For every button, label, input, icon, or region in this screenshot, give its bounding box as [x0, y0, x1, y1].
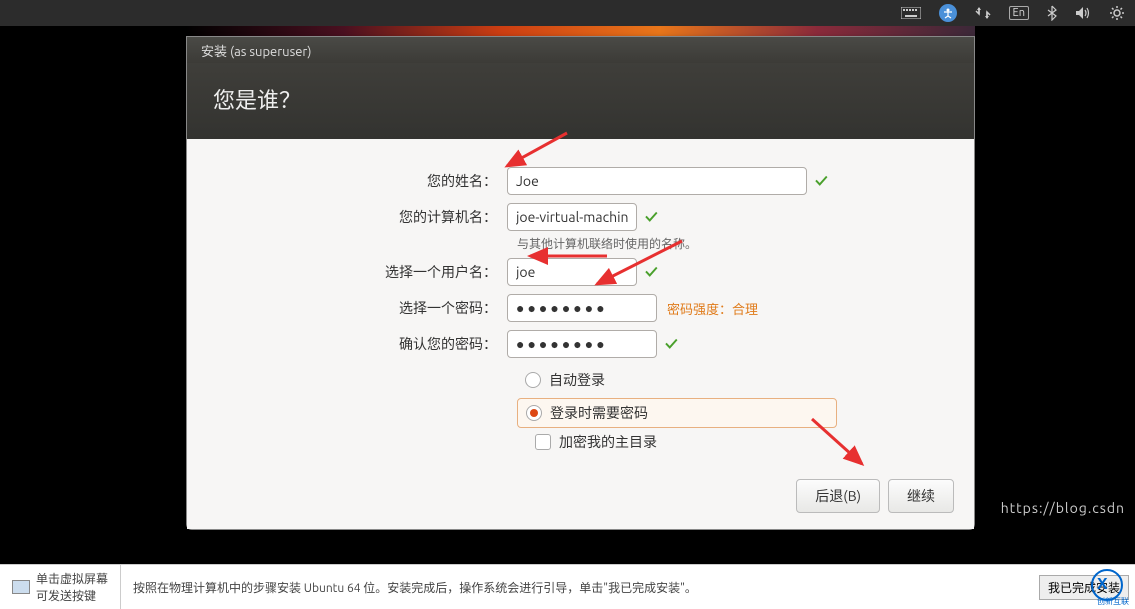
name-input[interactable]: [507, 167, 807, 195]
host-hint: 与其他计算机联络时使用的名称。: [517, 235, 934, 252]
host-label: 您的计算机名：: [227, 207, 507, 227]
language-indicator[interactable]: En: [1009, 6, 1029, 20]
window-gradient-bar: [186, 26, 975, 36]
vm-message: 按照在物理计算机中的步骤安装 Ubuntu 64 位。安装完成后，操作系统会进行…: [121, 579, 1039, 596]
gear-icon[interactable]: [1109, 5, 1125, 21]
check-icon: ✓: [645, 262, 658, 282]
continue-button[interactable]: 继续: [888, 479, 954, 513]
vm-hint-line1: 单击虚拟屏幕: [36, 570, 108, 587]
system-topbar: En: [0, 0, 1135, 26]
check-icon: ✓: [645, 207, 658, 227]
page-heading: 您是谁？: [213, 83, 948, 115]
password-label: 选择一个密码：: [227, 298, 507, 318]
password-input[interactable]: ●●●●●●●●: [507, 294, 657, 322]
window-title: 安装 (as superuser): [201, 41, 311, 60]
window-titlebar: 安装 (as superuser): [187, 37, 974, 63]
radio-require-label: 登录时需要密码: [550, 403, 648, 423]
checkbox-encrypt-label: 加密我的主目录: [559, 432, 657, 452]
vm-hint-box: 单击虚拟屏幕 可发送按键: [0, 565, 121, 609]
username-input[interactable]: [507, 258, 637, 286]
confirm-password-label: 确认您的密码：: [227, 334, 507, 354]
name-label: 您的姓名：: [227, 171, 507, 191]
form-area: 您的姓名： ✓ 您的计算机名： ✓ 与其他计算机联络时使用的名称。 选择一个用户…: [187, 139, 974, 529]
radio-icon: [525, 372, 541, 388]
check-icon: ✓: [665, 334, 678, 354]
checkbox-icon: [535, 434, 551, 450]
accessibility-icon[interactable]: [939, 4, 957, 22]
checkbox-encrypt-home[interactable]: 加密我的主目录: [535, 432, 934, 452]
radio-require-password[interactable]: 登录时需要密码: [517, 398, 837, 428]
bluetooth-icon[interactable]: [1047, 5, 1057, 21]
keyboard-icon[interactable]: [901, 7, 921, 19]
back-button[interactable]: 后退(B): [796, 479, 880, 513]
radio-auto-label: 自动登录: [549, 370, 605, 390]
volume-icon[interactable]: [1075, 6, 1091, 20]
vm-bottom-bar: 单击虚拟屏幕 可发送按键 按照在物理计算机中的步骤安装 Ubuntu 64 位。…: [0, 564, 1135, 609]
monitor-icon: [12, 580, 30, 594]
network-icon[interactable]: [975, 6, 991, 20]
brand-logo-text: 创新互联: [1097, 596, 1129, 607]
vm-hint-line2: 可发送按键: [36, 587, 108, 604]
watermark-text: https://blog.csdn: [1001, 500, 1125, 516]
host-input[interactable]: [507, 203, 637, 231]
check-icon: ✓: [815, 171, 828, 191]
username-label: 选择一个用户名：: [227, 262, 507, 282]
password-strength: 密码强度：合理: [667, 299, 758, 318]
radio-icon: [526, 405, 542, 421]
installer-window: 安装 (as superuser) 您是谁？ 您的姓名： ✓ 您的计算机名： ✓…: [186, 36, 975, 530]
confirm-password-input[interactable]: ●●●●●●●●: [507, 330, 657, 358]
radio-auto-login[interactable]: 自动登录: [517, 366, 934, 394]
heading-area: 您是谁？: [187, 63, 974, 139]
